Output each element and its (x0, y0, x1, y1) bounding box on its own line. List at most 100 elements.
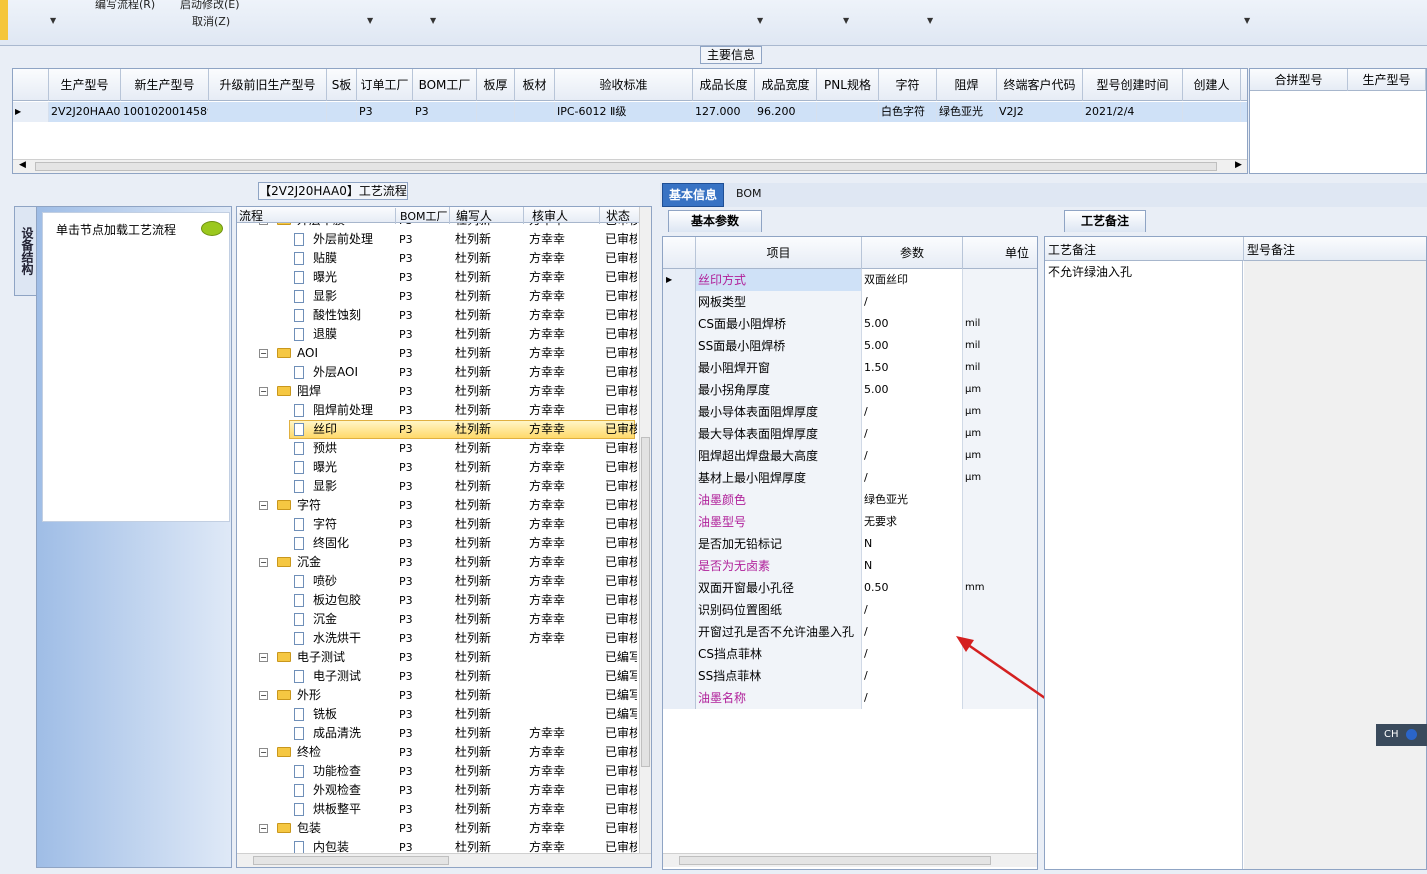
main-cell[interactable]: 10010200145890 (121, 102, 209, 122)
param-row[interactable]: 最小拐角厚度 5.00 μm (663, 379, 1037, 401)
collapse-icon[interactable]: − (259, 387, 268, 396)
main-cell[interactable]: V2J2 (997, 102, 1083, 122)
tree-row[interactable]: 酸性蚀刻 P3 杜列新 方幸幸 已审核 (237, 306, 637, 325)
param-value[interactable]: 1.50 (862, 357, 963, 379)
tree-row[interactable]: 烘板整平 P3 杜列新 方幸幸 已审核 (237, 800, 637, 819)
main-col-header[interactable]: 板材 (515, 69, 555, 101)
param-value[interactable]: 0.50 (862, 577, 963, 599)
params-hscrollbar[interactable] (663, 853, 1037, 867)
main-grid-hscrollbar[interactable]: ◀ ▶ (13, 159, 1247, 173)
param-value[interactable]: / (862, 423, 963, 445)
param-row[interactable]: 是否为无卤素 N (663, 555, 1037, 577)
main-cell[interactable]: IPC-6012 Ⅱ级 (555, 102, 693, 122)
collapse-icon[interactable]: − (259, 653, 268, 662)
collapse-icon[interactable]: − (259, 824, 268, 833)
param-row[interactable]: 网板类型 / (663, 291, 1037, 313)
param-row[interactable]: SS面最小阻焊桥 5.00 mil (663, 335, 1037, 357)
tab-basic-params[interactable]: 基本参数 (668, 210, 762, 232)
param-value[interactable]: 双面丝印 (862, 269, 963, 291)
collapse-icon[interactable]: − (259, 558, 268, 567)
tab-bom[interactable]: BOM (730, 183, 768, 207)
main-cell[interactable]: 白色字符 (879, 102, 937, 122)
main-col-header[interactable]: 验收标准 (555, 69, 693, 101)
main-col-header[interactable]: 生产型号 (49, 69, 121, 101)
tree-row[interactable]: − 包装 P3 杜列新 方幸幸 已审核 (237, 819, 637, 838)
scroll-right-icon[interactable]: ▶ (1235, 160, 1242, 170)
collapse-icon[interactable]: − (259, 223, 268, 225)
param-row[interactable]: 最大导体表面阻焊厚度 / μm (663, 423, 1037, 445)
menu-write-process[interactable]: 编写流程(R) (95, 0, 155, 12)
tree-row[interactable]: 退膜 P3 杜列新 方幸幸 已审核 (237, 325, 637, 344)
collapse-icon[interactable]: − (259, 748, 268, 757)
param-row[interactable]: 油墨颜色 绿色亚光 (663, 489, 1037, 511)
main-col-header[interactable]: 升级前旧生产型号 (209, 69, 327, 101)
dropdown-arrow-icon[interactable]: ▼ (367, 16, 373, 25)
dropdown-arrow-icon[interactable]: ▼ (50, 16, 56, 25)
scroll-thumb[interactable] (679, 856, 991, 865)
main-col-header[interactable]: 型号创建时间 (1083, 69, 1183, 101)
tree-row[interactable]: − 外层干膜 P3 杜列新 方幸幸 已审核 (237, 223, 637, 230)
param-value[interactable]: / (862, 665, 963, 687)
tree-row[interactable]: 丝印 P3 杜列新 方幸幸 已审核 (237, 420, 637, 439)
main-cell[interactable] (817, 102, 879, 122)
tree-row[interactable]: 阻焊前处理 P3 杜列新 方幸幸 已审核 (237, 401, 637, 420)
menu-cancel[interactable]: 取消(Z) (192, 13, 230, 29)
equipment-structure-tab[interactable]: 设备结构 (14, 206, 38, 296)
main-cell[interactable]: 96.200 (755, 102, 817, 122)
scroll-thumb[interactable] (641, 437, 650, 767)
param-value[interactable]: 无要求 (862, 511, 963, 533)
param-row[interactable]: 双面开窗最小孔径 0.50 mm (663, 577, 1037, 599)
tree-row[interactable]: 功能检查 P3 杜列新 方幸幸 已审核 (237, 762, 637, 781)
remarks-col-header[interactable]: 型号备注 (1243, 237, 1295, 261)
tree-col-header[interactable]: BOM工厂 (395, 208, 448, 224)
tree-row[interactable]: − AOI P3 杜列新 方幸幸 已审核 (237, 344, 637, 363)
tree-row[interactable]: 预烘 P3 杜列新 方幸幸 已审核 (237, 439, 637, 458)
param-value[interactable]: 绿色亚光 (862, 489, 963, 511)
tab-process-remarks[interactable]: 工艺备注 (1064, 210, 1146, 232)
main-cell[interactable]: P3 (413, 102, 477, 122)
main-col-header[interactable]: S板 (327, 69, 357, 101)
tree-row[interactable]: 水洗烘干 P3 杜列新 方幸幸 已审核 (237, 629, 637, 648)
main-grid-row[interactable]: ▶2V2J20HAA010010200145890 P3P3 IPC-6012 Ⅱ级… (13, 102, 1247, 122)
tab-basic-info[interactable]: 基本信息 (662, 183, 725, 207)
tree-row[interactable]: 曝光 P3 杜列新 方幸幸 已审核 (237, 268, 637, 287)
main-col-header[interactable]: PNL规格 (817, 69, 879, 101)
tree-row[interactable]: 曝光 P3 杜列新 方幸幸 已审核 (237, 458, 637, 477)
param-value[interactable]: / (862, 401, 963, 423)
dropdown-arrow-icon[interactable]: ▼ (757, 16, 763, 25)
tree-row[interactable]: 显影 P3 杜列新 方幸幸 已审核 (237, 477, 637, 496)
main-cell[interactable] (209, 102, 327, 122)
param-row[interactable]: CS面最小阻焊桥 5.00 mil (663, 313, 1037, 335)
main-col-header[interactable]: 订单工厂 (357, 69, 413, 101)
main-cell[interactable]: 2021/2/4 (1083, 102, 1183, 122)
param-value[interactable]: 5.00 (862, 379, 963, 401)
params-col-header[interactable]: 单位 (963, 237, 1037, 269)
main-col-header[interactable]: 终端客户代码 (997, 69, 1083, 101)
collapse-icon[interactable]: − (259, 349, 268, 358)
main-cell[interactable]: 127.000 (693, 102, 755, 122)
main-cell[interactable]: 绿色亚光 (937, 102, 997, 122)
tree-row[interactable]: − 沉金 P3 杜列新 方幸幸 已审核 (237, 553, 637, 572)
tree-row[interactable]: 字符 P3 杜列新 方幸幸 已审核 (237, 515, 637, 534)
tree-hscrollbar[interactable] (237, 853, 651, 867)
help-icon[interactable] (1405, 728, 1417, 740)
param-row[interactable]: 阻焊超出焊盘最大高度 / μm (663, 445, 1037, 467)
main-col-header[interactable]: 成品长度 (693, 69, 755, 101)
params-col-header[interactable]: 项目 (696, 237, 862, 269)
param-value[interactable]: / (862, 643, 963, 665)
param-row[interactable]: 最小导体表面阻焊厚度 / μm (663, 401, 1037, 423)
dropdown-arrow-icon[interactable]: ▼ (927, 16, 933, 25)
param-row[interactable]: 识别码位置图纸 / (663, 599, 1037, 621)
tree-row[interactable]: − 外形 P3 杜列新 已编写 (237, 686, 637, 705)
dropdown-arrow-icon[interactable]: ▼ (1244, 16, 1250, 25)
param-value[interactable]: 5.00 (862, 313, 963, 335)
dropdown-arrow-icon[interactable]: ▼ (430, 16, 436, 25)
main-cell[interactable]: P3 (357, 102, 413, 122)
tree-row[interactable]: − 终检 P3 杜列新 方幸幸 已审核 (237, 743, 637, 762)
tree-row[interactable]: 内包装 P3 杜列新 方幸幸 已审核 (237, 838, 637, 853)
dropdown-arrow-icon[interactable]: ▼ (843, 16, 849, 25)
scroll-thumb[interactable] (253, 856, 449, 865)
param-row[interactable]: 最小阻焊开窗 1.50 mil (663, 357, 1037, 379)
param-value[interactable]: / (862, 291, 963, 313)
tree-row[interactable]: 成品清洗 P3 杜列新 方幸幸 已审核 (237, 724, 637, 743)
